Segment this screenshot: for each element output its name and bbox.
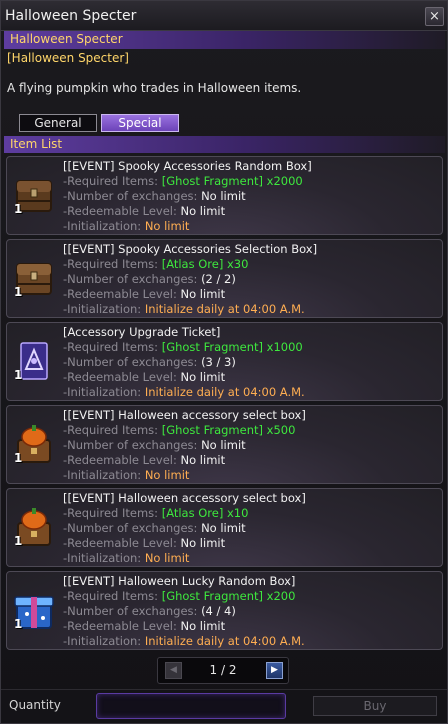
exchanges-value: No limit	[201, 438, 246, 452]
level-value: No limit	[180, 370, 226, 384]
exchanges-label: -Number of exchanges:	[63, 272, 198, 286]
item-quantity: 1	[14, 368, 23, 382]
level-label: -Redeemable Level:	[63, 287, 177, 301]
init-label: -Initialization:	[63, 551, 142, 565]
level-label: -Redeemable Level:	[63, 536, 177, 550]
item-card[interactable]: 1 [[EVENT] Spooky Accessories Selection …	[6, 239, 443, 318]
init-value: Initialize daily at 04:00 A.M.	[144, 385, 305, 399]
init-label: -Initialization:	[63, 219, 142, 233]
window-title: Halloween Specter	[5, 8, 137, 24]
tab-general[interactable]: General	[19, 114, 97, 132]
item-quantity: 1	[14, 617, 23, 631]
item-name: [[EVENT] Halloween Lucky Random Box]	[63, 574, 296, 588]
level-label: -Redeemable Level:	[63, 619, 177, 633]
required-items: [Atlas Ore] x30	[161, 257, 249, 271]
level-label: -Redeemable Level:	[63, 370, 177, 384]
buy-button[interactable]: Buy	[313, 696, 437, 716]
init-value: No limit	[144, 219, 190, 233]
init-label: -Initialization:	[63, 302, 142, 316]
level-value: No limit	[180, 204, 226, 218]
init-value: Initialize daily at 04:00 A.M.	[144, 302, 305, 316]
exchanges-value: (4 / 4)	[201, 604, 236, 618]
item-card[interactable]: 1 [[EVENT] Halloween Lucky Random Box] -…	[6, 571, 443, 650]
required-label: -Required Items:	[63, 506, 159, 520]
chevron-right-icon: ▶	[271, 665, 278, 675]
required-items: [Ghost Fragment] x200	[161, 589, 296, 603]
init-value: No limit	[144, 551, 190, 565]
init-label: -Initialization:	[63, 468, 142, 482]
level-value: No limit	[180, 619, 226, 633]
required-items: [Ghost Fragment] x1000	[161, 340, 303, 354]
purchase-bar: Quantity Buy	[1, 689, 447, 723]
exchanges-label: -Number of exchanges:	[63, 355, 198, 369]
exchanges-value: No limit	[201, 189, 246, 203]
required-items: [Atlas Ore] x10	[161, 506, 249, 520]
title-bar[interactable]: Halloween Specter ×	[1, 1, 447, 31]
item-quantity: 1	[14, 451, 23, 465]
item-card[interactable]: 1 [[EVENT] Halloween accessory select bo…	[6, 405, 443, 484]
item-quantity: 1	[14, 202, 23, 216]
npc-description: A flying pumpkin who trades in Halloween…	[7, 81, 302, 95]
required-label: -Required Items:	[63, 589, 159, 603]
item-name: [Accessory Upgrade Ticket]	[63, 325, 221, 339]
required-label: -Required Items:	[63, 174, 159, 188]
exchanges-value: (3 / 3)	[201, 355, 236, 369]
level-label: -Redeemable Level:	[63, 204, 177, 218]
exchanges-label: -Number of exchanges:	[63, 189, 198, 203]
quantity-input[interactable]	[96, 693, 286, 719]
item-name: [[EVENT] Spooky Accessories Random Box]	[63, 159, 312, 173]
npc-shop-window: Halloween Specter × Halloween Specter [H…	[0, 0, 448, 724]
exchanges-value: (2 / 2)	[201, 272, 236, 286]
init-value: Initialize daily at 04:00 A.M.	[144, 634, 305, 648]
item-name: [[EVENT] Halloween accessory select box]	[63, 408, 306, 422]
npc-name-bar: Halloween Specter	[4, 31, 445, 49]
required-items: [Ghost Fragment] x500	[161, 423, 296, 437]
item-name: [[EVENT] Halloween accessory select box]	[63, 491, 306, 505]
npc-name: Halloween Specter	[10, 32, 123, 46]
item-list-header: Item List	[4, 136, 445, 153]
level-label: -Redeemable Level:	[63, 453, 177, 467]
level-value: No limit	[180, 453, 226, 467]
required-label: -Required Items:	[63, 340, 159, 354]
exchanges-value: No limit	[201, 521, 246, 535]
init-label: -Initialization:	[63, 634, 142, 648]
init-value: No limit	[144, 468, 190, 482]
item-quantity: 1	[14, 285, 23, 299]
tab-special[interactable]: Special	[101, 114, 179, 132]
init-label: -Initialization:	[63, 385, 142, 399]
exchanges-label: -Number of exchanges:	[63, 438, 198, 452]
npc-subtitle: [Halloween Specter]	[7, 51, 129, 65]
required-label: -Required Items:	[63, 257, 159, 271]
pagination: ◀ 1 / 2 ▶	[157, 657, 289, 684]
next-page-button[interactable]: ▶	[266, 662, 283, 679]
level-value: No limit	[180, 536, 226, 550]
item-list-label: Item List	[10, 137, 63, 151]
required-items: [Ghost Fragment] x2000	[161, 174, 303, 188]
level-value: No limit	[180, 287, 226, 301]
item-quantity: 1	[14, 534, 23, 548]
item-name: [[EVENT] Spooky Accessories Selection Bo…	[63, 242, 318, 256]
item-card[interactable]: 1 [[EVENT] Spooky Accessories Random Box…	[6, 156, 443, 235]
item-card[interactable]: 1 [[EVENT] Halloween accessory select bo…	[6, 488, 443, 567]
close-button[interactable]: ×	[425, 7, 444, 26]
quantity-label: Quantity	[9, 698, 61, 712]
close-icon: ×	[429, 9, 440, 24]
required-label: -Required Items:	[63, 423, 159, 437]
exchanges-label: -Number of exchanges:	[63, 521, 198, 535]
exchanges-label: -Number of exchanges:	[63, 604, 198, 618]
item-card[interactable]: 1 [Accessory Upgrade Ticket] -Required I…	[6, 322, 443, 401]
